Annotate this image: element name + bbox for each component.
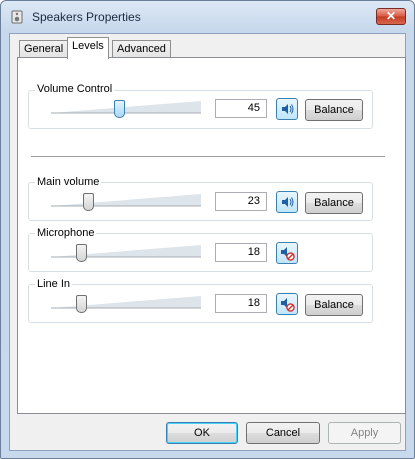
- tab-levels[interactable]: Levels: [67, 37, 109, 59]
- close-button[interactable]: ✕: [376, 8, 406, 25]
- main-volume-value[interactable]: 23: [215, 192, 267, 211]
- main-volume-balance-button[interactable]: Balance: [305, 192, 363, 214]
- microphone-value[interactable]: 18: [215, 243, 267, 262]
- volume-control-balance-button[interactable]: Balance: [305, 99, 363, 121]
- group-label: Line In: [35, 278, 73, 291]
- slider-track-shape: [51, 296, 201, 309]
- tab-label: Levels: [72, 40, 104, 52]
- window-title: Speakers Properties: [32, 10, 141, 24]
- group-label: Volume Control: [35, 83, 115, 96]
- tab-label: Advanced: [117, 43, 166, 55]
- main-volume-slider[interactable]: [51, 193, 201, 211]
- apply-button[interactable]: Apply: [328, 422, 401, 444]
- volume-control-mute-button[interactable]: [276, 98, 298, 120]
- group-label: Microphone: [35, 227, 97, 240]
- line-in-balance-button[interactable]: Balance: [305, 294, 363, 316]
- slider-thumb[interactable]: [76, 295, 87, 313]
- slider-track-shape: [51, 101, 201, 114]
- levels-panel: Volume Control 45 Balance Main volume 23…: [17, 57, 406, 414]
- line-in-mute-button[interactable]: [276, 293, 298, 315]
- title-bar[interactable]: Speakers Properties ✕: [1, 1, 414, 33]
- volume-control-value[interactable]: 45: [215, 99, 267, 118]
- speaker-icon: [10, 10, 24, 24]
- slider-thumb[interactable]: [114, 100, 125, 118]
- cancel-button[interactable]: Cancel: [246, 422, 320, 444]
- tab-general[interactable]: General: [19, 40, 69, 58]
- line-in-slider[interactable]: [51, 295, 201, 313]
- tab-advanced[interactable]: Advanced: [112, 40, 171, 58]
- dialog-window: Speakers Properties ✕ General Levels Adv…: [0, 0, 415, 459]
- line-in-value[interactable]: 18: [215, 294, 267, 313]
- ok-button[interactable]: OK: [166, 422, 238, 444]
- microphone-mute-button[interactable]: [276, 242, 298, 264]
- tab-label: General: [24, 43, 64, 55]
- speaker-muted-icon: [281, 247, 295, 261]
- slider-thumb[interactable]: [83, 193, 94, 211]
- slider-track-shape: [51, 245, 201, 258]
- slider-thumb[interactable]: [76, 244, 87, 262]
- speaker-icon: [282, 104, 294, 114]
- separator: [31, 156, 385, 157]
- close-icon: ✕: [385, 9, 397, 23]
- speaker-icon: [282, 197, 294, 207]
- speaker-muted-icon: [281, 298, 295, 312]
- group-label: Main volume: [35, 176, 102, 189]
- volume-control-slider[interactable]: [51, 100, 201, 118]
- slider-track-shape: [51, 194, 201, 207]
- main-volume-mute-button[interactable]: [276, 191, 298, 213]
- microphone-slider[interactable]: [51, 244, 201, 262]
